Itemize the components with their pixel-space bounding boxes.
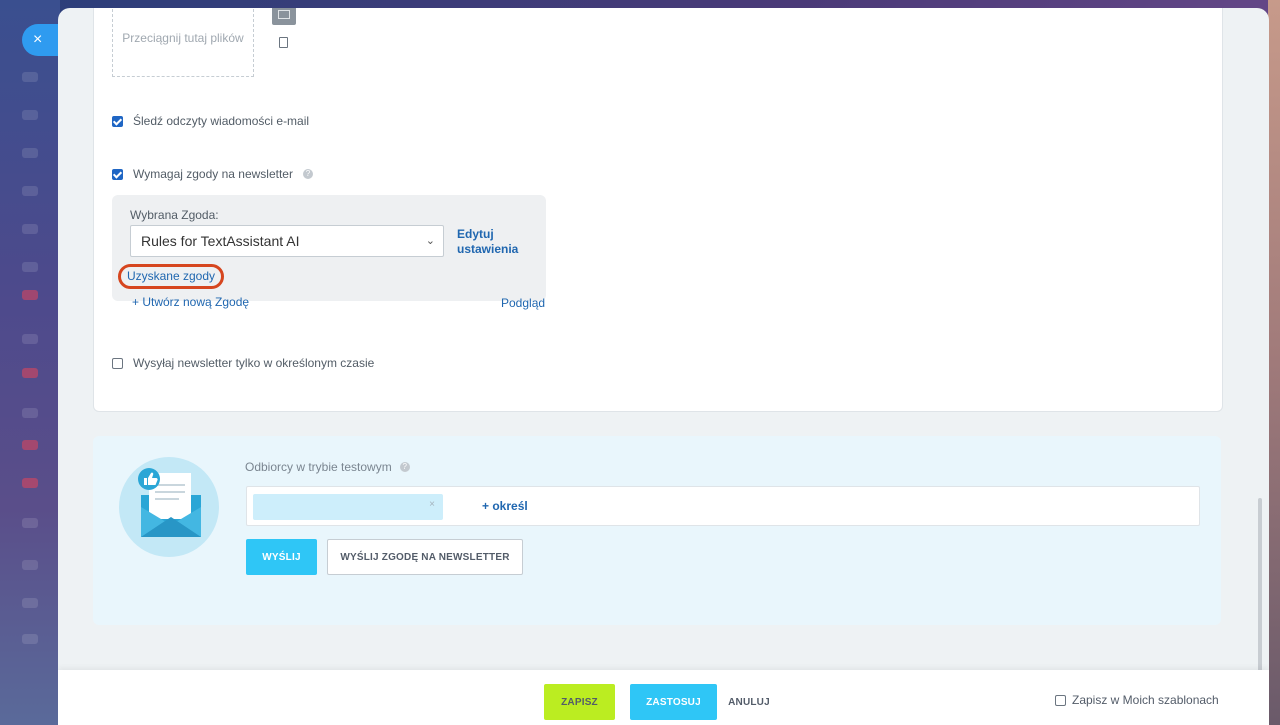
sidebar-icon xyxy=(22,518,38,528)
send-time-checkbox[interactable] xyxy=(112,357,123,369)
test-recipients-label: Odbiorcy w trybie testowym xyxy=(245,460,392,474)
send-time-label: Wysyłaj newsletter tylko w określonym cz… xyxy=(133,356,375,370)
sidebar-icon xyxy=(22,72,38,82)
sidebar-icon xyxy=(22,560,38,570)
save-template-option[interactable]: Zapisz w Moich szablonach xyxy=(1055,693,1219,707)
sidebar-icon xyxy=(22,290,38,300)
sidebar-icon xyxy=(22,478,38,488)
sidebar-icon xyxy=(22,334,38,344)
close-icon: × xyxy=(33,31,43,48)
recipient-tag[interactable]: × xyxy=(253,494,443,520)
require-consent-label: Wymagaj zgody na newsletter xyxy=(133,167,293,181)
require-consent-option[interactable]: Wymagaj zgody na newsletter ? xyxy=(112,167,313,181)
test-mode-card: Odbiorcy w trybie testowym ? × + określ … xyxy=(93,436,1221,625)
settings-card: Przeciągnij tutaj plików Śledź odczyty w… xyxy=(93,8,1223,412)
file-icon[interactable] xyxy=(279,37,288,48)
require-consent-checkbox[interactable] xyxy=(112,168,123,180)
send-consent-button[interactable]: WYŚLIJ ZGODĘ NA NEWSLETTER xyxy=(327,539,523,575)
send-test-button[interactable]: WYŚLIJ xyxy=(246,539,317,575)
save-template-label: Zapisz w Moich szablonach xyxy=(1072,693,1219,707)
consent-select-label: Wybrana Zgoda: xyxy=(130,208,219,222)
remove-icon[interactable]: × xyxy=(429,499,435,510)
help-icon[interactable]: ? xyxy=(302,169,313,179)
create-consent-link[interactable]: + Utwórz nową Zgodę xyxy=(132,295,249,309)
track-reads-option[interactable]: Śledź odczyty wiadomości e-mail xyxy=(112,114,309,128)
sidebar-icon xyxy=(22,368,38,378)
background-sidebar xyxy=(0,0,60,725)
preview-link[interactable]: Podgląd xyxy=(501,296,545,310)
sidebar-icon xyxy=(22,110,38,120)
add-recipient-link[interactable]: + określ xyxy=(482,499,528,513)
sidebar-icon xyxy=(22,262,38,272)
sidebar-icon xyxy=(22,148,38,158)
test-recipients-input[interactable]: × + określ xyxy=(246,486,1200,526)
envelope-thumbs-up-illustration xyxy=(119,457,219,557)
save-template-checkbox[interactable] xyxy=(1055,694,1066,706)
sidebar-icon xyxy=(22,186,38,196)
dropzone-text: Przeciągnij tutaj plików xyxy=(122,30,244,45)
slider-panel: Przeciągnij tutaj plików Śledź odczyty w… xyxy=(58,8,1269,725)
consent-select[interactable]: Rules for TextAssistant AI ⌄ xyxy=(130,225,444,257)
apply-button[interactable]: ZASTOSUJ xyxy=(630,684,717,720)
sidebar-icon xyxy=(22,440,38,450)
sidebar-icon xyxy=(22,634,38,644)
consent-settings-box: Wybrana Zgoda: Rules for TextAssistant A… xyxy=(112,195,546,301)
image-icon[interactable] xyxy=(272,8,296,25)
save-button[interactable]: ZAPISZ xyxy=(544,684,615,720)
sidebar-icon xyxy=(22,598,38,608)
background-right-edge xyxy=(1268,0,1280,725)
edit-settings-link[interactable]: Edytuj ustawienia xyxy=(457,227,537,257)
cancel-button[interactable]: ANULUJ xyxy=(724,684,774,720)
chevron-down-icon: ⌄ xyxy=(425,235,435,247)
scrollbar[interactable] xyxy=(1258,498,1262,680)
sidebar-icon xyxy=(22,408,38,418)
consent-selected-value: Rules for TextAssistant AI xyxy=(141,233,300,249)
footer-bar: ZAPISZ ZASTOSUJ ANULUJ Zapisz w Moich sz… xyxy=(58,670,1269,725)
sidebar-icon xyxy=(22,224,38,234)
test-recipients-label-row: Odbiorcy w trybie testowym ? xyxy=(245,460,410,474)
help-icon[interactable]: ? xyxy=(399,462,410,472)
file-dropzone[interactable]: Przeciągnij tutaj plików xyxy=(112,8,254,77)
send-time-option[interactable]: Wysyłaj newsletter tylko w określonym cz… xyxy=(112,356,374,370)
track-reads-checkbox[interactable] xyxy=(112,115,123,127)
obtained-consents-link[interactable]: Uzyskane zgody xyxy=(118,264,224,289)
track-reads-label: Śledź odczyty wiadomości e-mail xyxy=(133,114,310,128)
